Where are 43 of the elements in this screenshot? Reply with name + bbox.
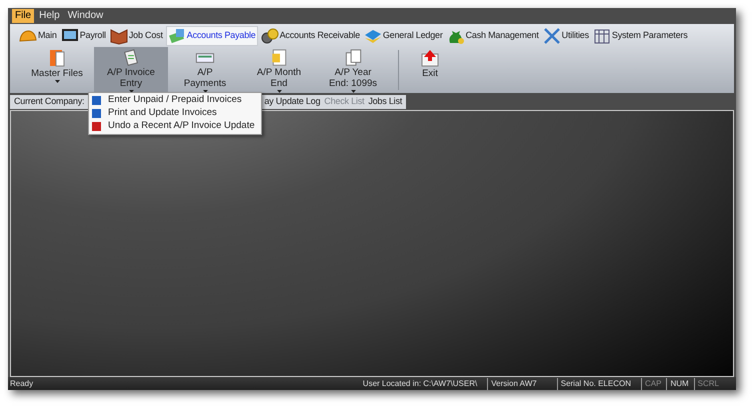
folder-icon bbox=[47, 48, 67, 68]
ribbon-label: A/P Year End: 1099s bbox=[328, 67, 378, 90]
module-tab[interactable]: System Parameters bbox=[592, 26, 689, 46]
ribbon-label: A/P Month End bbox=[256, 67, 302, 90]
module-tab[interactable]: Cash Management bbox=[446, 26, 540, 46]
status-text: Version AW7 bbox=[487, 378, 555, 390]
status-message: Ready bbox=[10, 378, 34, 390]
menu-item[interactable]: Help bbox=[36, 9, 63, 23]
menu-item[interactable]: Print and Update Invoices bbox=[89, 107, 261, 120]
status-text: SCRL bbox=[694, 378, 722, 390]
exit-icon bbox=[420, 48, 440, 68]
ribbon-button[interactable]: A/P Invoice Entry bbox=[94, 47, 168, 93]
module-tab[interactable]: General Ledger bbox=[362, 26, 444, 46]
module-tab[interactable]: Payroll bbox=[60, 26, 107, 46]
module-tab[interactable]: Utilities bbox=[542, 26, 590, 46]
module-tab[interactable]: Main bbox=[18, 26, 58, 46]
status-text: NUM bbox=[666, 378, 692, 390]
quick-link[interactable]: Jobs List bbox=[368, 97, 402, 106]
menu-item[interactable]: File bbox=[12, 9, 34, 23]
ribbon-button[interactable]: Exit bbox=[407, 47, 453, 93]
module-tab[interactable]: Accounts Payable bbox=[166, 26, 258, 46]
menu-item[interactable]: Undo a Recent A/P Invoice Update bbox=[89, 120, 261, 133]
ribbon-button[interactable]: A/P Month End bbox=[242, 47, 316, 93]
ribbon-label: Master Files bbox=[30, 68, 84, 79]
status-text: CAP bbox=[640, 378, 664, 390]
money-icon bbox=[168, 26, 186, 44]
menu-item[interactable]: Enter Unpaid / Prepaid Invoices bbox=[89, 94, 261, 107]
invoice-icon bbox=[121, 48, 141, 68]
status-text: Serial No. ELECON bbox=[556, 378, 639, 390]
status-text: User Located in: C:\AW7\USER\ bbox=[362, 378, 478, 390]
menu-item[interactable]: Window bbox=[64, 9, 106, 23]
coins-icon bbox=[260, 26, 279, 44]
ribbon-button[interactable]: A/P Year End: 1099s bbox=[316, 47, 390, 93]
module-tab[interactable]: Accounts Receivable bbox=[260, 26, 361, 46]
ribbon-button[interactable]: Master Files bbox=[20, 47, 94, 93]
ribbon-label: A/P Invoice Entry bbox=[106, 67, 156, 90]
quick-link[interactable]: ay Update Log bbox=[264, 97, 320, 106]
ribbon-label: Exit bbox=[421, 68, 439, 79]
ribbon-label: A/P Payments bbox=[182, 67, 228, 90]
pages-icon bbox=[343, 48, 363, 68]
module-tab[interactable]: Job Cost bbox=[108, 26, 164, 46]
quick-link[interactable]: Current Company: bbox=[14, 97, 84, 106]
calendar-icon bbox=[592, 26, 611, 44]
